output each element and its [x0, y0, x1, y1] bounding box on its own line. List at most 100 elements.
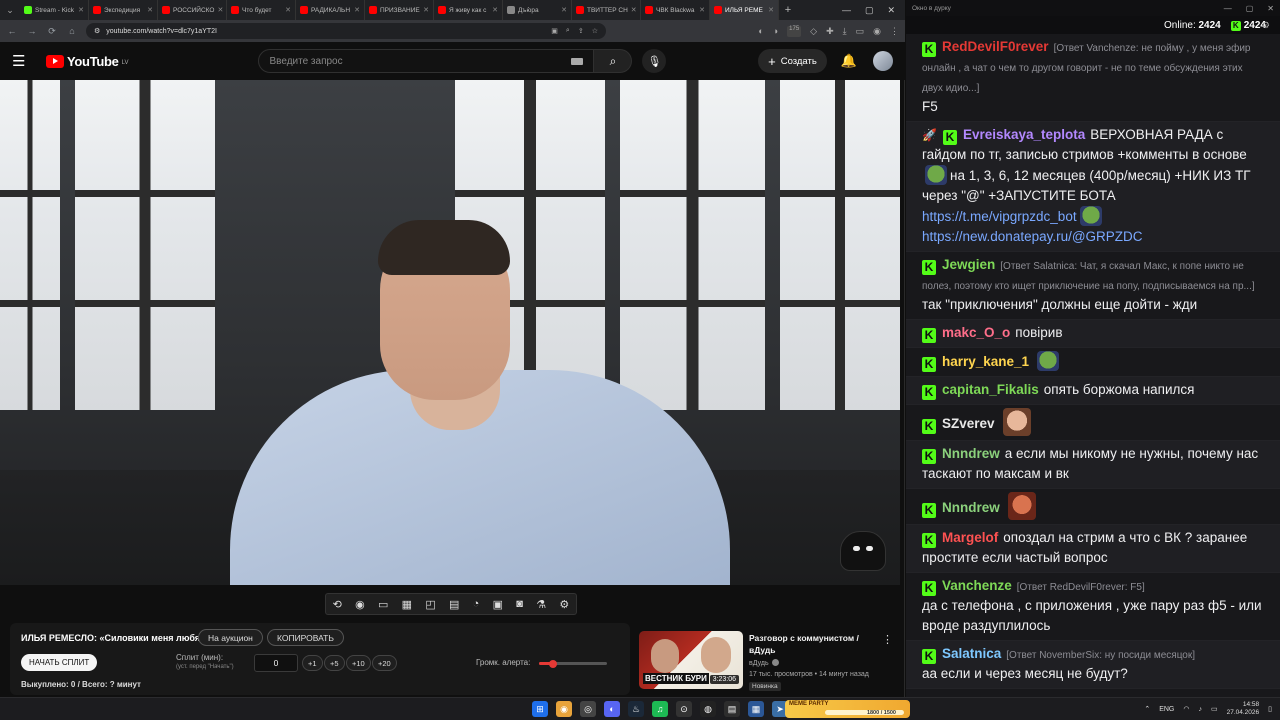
search-button[interactable]: ⌕ [594, 49, 633, 73]
app-icon[interactable]: ⊙ [676, 701, 692, 717]
start-windows-icon[interactable]: ⊞ [532, 701, 548, 717]
more-options-icon[interactable]: ⋮ [882, 633, 893, 646]
browser-tab[interactable]: ПРИЗВАНИЕ ✕ [365, 0, 434, 20]
copy-button[interactable]: КОПИРОВАТЬ [267, 629, 344, 646]
app-icon[interactable]: ◎ [580, 701, 596, 717]
app-icon[interactable]: ▤ [724, 701, 740, 717]
add-1-button[interactable]: +1 [302, 655, 323, 671]
chat-username[interactable]: Nnndrew [942, 500, 1000, 515]
chat-username[interactable]: SZverev [942, 416, 995, 431]
new-tab-button[interactable]: + [779, 4, 797, 16]
chat-username[interactable]: Vanchenze [942, 578, 1012, 593]
browser-tab[interactable]: ТВИТТЕР СН ✕ [572, 0, 641, 20]
browser-tab[interactable]: Дъю̀ра ✕ [503, 0, 572, 20]
chat-username[interactable]: Margelof [942, 530, 998, 545]
chat-link[interactable]: https://t.me/vipgrpzdc_bot [922, 209, 1077, 224]
obs-icon[interactable]: ◍ [700, 701, 716, 717]
to-auction-button[interactable]: На аукцион [198, 629, 263, 646]
chat-username[interactable]: harry_kane_1 [942, 354, 1029, 369]
split-minutes-input[interactable]: 0 [254, 654, 298, 672]
add-10-button[interactable]: +10 [346, 655, 371, 671]
cinema-icon[interactable]: ▤ [449, 598, 459, 611]
recommended-title[interactable]: Разговор с коммунистом / вДудь [749, 632, 874, 656]
close-tab-icon[interactable]: ✕ [768, 6, 774, 14]
chat-messages[interactable]: K RedDevilF0rever [Ответ Vanchenze: не пой… [906, 34, 1280, 697]
close-tab-icon[interactable]: ✕ [561, 6, 567, 14]
chat-settings-icon[interactable]: ⚙ [1262, 20, 1270, 31]
close-window-icon[interactable]: ✕ [1267, 4, 1274, 13]
reply-quote[interactable]: [Ответ RedDevilF0rever: F5] [1017, 582, 1145, 593]
browser-tab[interactable]: Что будет ✕ [227, 0, 296, 20]
home-icon[interactable]: ⌂ [66, 26, 78, 36]
keyboard-icon[interactable] [571, 57, 584, 65]
film-icon[interactable]: ▦ [402, 598, 412, 611]
video-player[interactable] [0, 80, 900, 585]
browser-tab[interactable]: РОССИЙСКО ✕ [158, 0, 227, 20]
spotify-icon[interactable]: ♫ [652, 701, 668, 717]
video-thumbnail[interactable]: ВЕСТНИК БУРИ 3:23:06 [639, 631, 743, 689]
clock[interactable]: 14:58 27.04.2026 [1227, 701, 1260, 717]
language-indicator[interactable]: ENG [1159, 706, 1174, 713]
site-info-icon[interactable]: ⚙ [94, 27, 100, 35]
steam-icon[interactable]: ♨ [628, 701, 644, 717]
create-button[interactable]: + Создать [758, 49, 827, 73]
notifications-bell-icon[interactable]: 🔔 [841, 53, 857, 69]
tab-search-icon[interactable]: ⌄ [0, 0, 20, 20]
recommended-video[interactable]: ВЕСТНИК БУРИ 3:23:06 Разговор с коммунис… [639, 631, 899, 693]
browser-tab[interactable]: ЧВК Blackwa ✕ [641, 0, 710, 20]
settings-gear-icon[interactable]: ⚙ [559, 598, 569, 611]
volume-knob[interactable] [548, 659, 557, 668]
loop-icon[interactable]: ⟲ [333, 598, 342, 611]
volume-icon[interactable]: ♪ [1198, 706, 1202, 713]
search-input[interactable]: Введите запрос [258, 49, 595, 73]
close-window-icon[interactable]: ✕ [887, 5, 895, 16]
close-tab-icon[interactable]: ✕ [78, 6, 84, 14]
extension-badge[interactable]: 175 [787, 25, 802, 37]
bookmark-star-icon[interactable]: ☆ [592, 27, 598, 35]
wifi-icon[interactable]: ◠ [1183, 705, 1189, 713]
reload-icon[interactable]: ⟳ [46, 26, 58, 37]
channel-name[interactable]: вДудь [749, 659, 779, 667]
chat-username[interactable]: capitan_Fikalis [942, 382, 1039, 397]
flask-icon[interactable]: ⚗ [536, 598, 546, 611]
browser-tab[interactable]: РАДИКАЛЬН ✕ [296, 0, 365, 20]
close-tab-icon[interactable]: ✕ [699, 6, 705, 14]
add-20-button[interactable]: +20 [372, 655, 397, 671]
tray-arrow-icon[interactable]: ⌃ [1144, 705, 1150, 713]
meme-party-widget[interactable]: MEME PARTY 1800 / 1500 [785, 700, 910, 718]
install-icon[interactable]: ▣ [551, 27, 558, 35]
voice-search-button[interactable]: 🎙 [642, 49, 667, 73]
app-icon[interactable]: ▦ [748, 701, 764, 717]
chrome-icon[interactable]: ◉ [556, 701, 572, 717]
menu-hamburger-icon[interactable]: ☰ [12, 52, 36, 70]
extension-icon[interactable]: ◇ [810, 26, 817, 37]
close-tab-icon[interactable]: ✕ [217, 6, 223, 14]
speed-icon[interactable]: ◔ [473, 598, 480, 610]
discord-icon[interactable]: ◐ [604, 701, 620, 717]
youtube-logo[interactable]: YouTube LV [46, 54, 128, 69]
chat-username[interactable]: Nnndrew [942, 446, 1000, 461]
back-icon[interactable]: ← [6, 26, 18, 36]
reply-quote[interactable]: [Ответ NovemberSix: ну посиди месяцок] [1006, 650, 1195, 661]
chat-username[interactable]: RedDevilF0rever [942, 39, 1049, 54]
menu-icon[interactable]: ⋮ [890, 26, 899, 37]
zoom-icon[interactable]: ⌕ [566, 27, 570, 35]
battery-icon[interactable]: ▭ [1211, 705, 1218, 713]
browser-tab[interactable]: ИЛЬЯ РЕМЕ ✕ [710, 0, 779, 20]
close-tab-icon[interactable]: ✕ [423, 6, 429, 14]
close-tab-icon[interactable]: ✕ [285, 6, 291, 14]
screenshot-icon[interactable]: ◙ [516, 598, 523, 610]
alert-volume-slider[interactable] [539, 659, 607, 668]
browser-tab[interactable]: Stream - Kick ✕ [20, 0, 89, 20]
chat-username[interactable]: Salatnica [942, 646, 1001, 661]
notifications-icon[interactable]: ▯ [1268, 705, 1272, 713]
chat-link[interactable]: https://new.donatepay.ru/@GRPZDC [922, 229, 1143, 244]
audio-icon[interactable]: ◉ [355, 598, 365, 611]
forward-icon[interactable]: → [26, 26, 38, 36]
puzzle-icon[interactable]: ✚ [826, 26, 834, 37]
chat-username[interactable]: makc_O_o [942, 325, 1010, 340]
close-tab-icon[interactable]: ✕ [354, 6, 360, 14]
chat-username[interactable]: Evreiskaya_teplota [963, 127, 1085, 142]
extension-icon[interactable]: ◐ [758, 26, 763, 37]
minimize-icon[interactable]: — [1224, 4, 1232, 13]
